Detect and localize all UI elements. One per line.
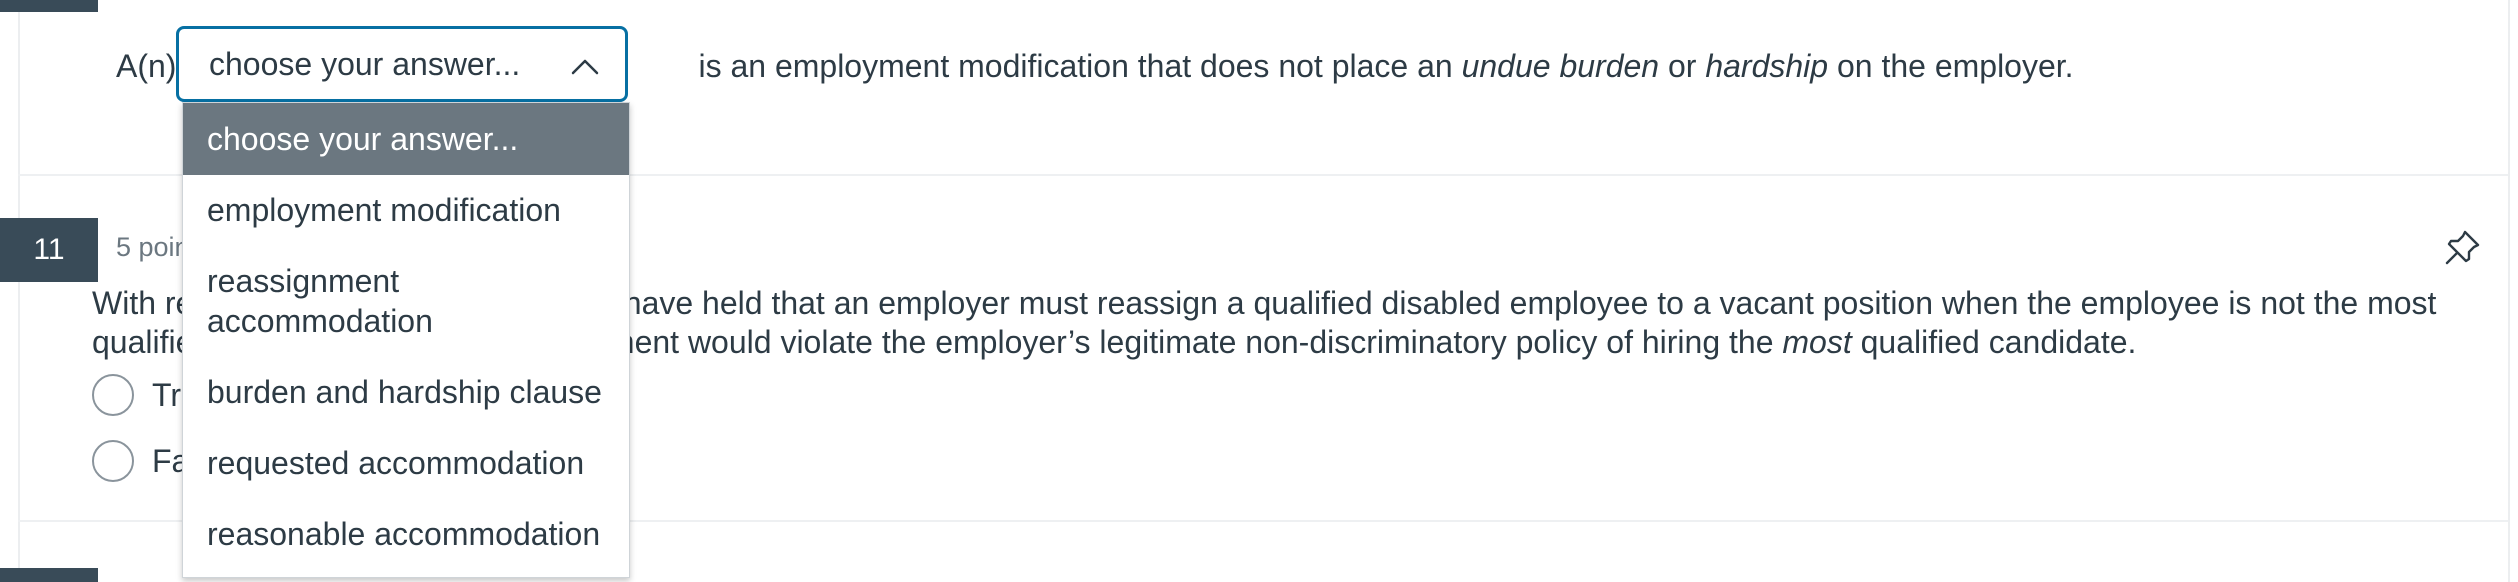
question-10-emphasis-hardship: hardship bbox=[1705, 47, 1829, 84]
question-10-text-part2: or bbox=[1659, 47, 1706, 84]
dropdown-option[interactable]: choose your answer... bbox=[183, 103, 629, 175]
radio-false[interactable] bbox=[92, 440, 134, 482]
pin-icon[interactable] bbox=[2442, 228, 2482, 268]
question-10-text-part1: is an employment modification that does … bbox=[698, 47, 1462, 84]
radio-true[interactable] bbox=[92, 374, 134, 416]
question-container-right-border bbox=[2508, 0, 2510, 582]
chevron-up-icon bbox=[571, 59, 599, 75]
dropdown-option[interactable]: burden and hardship clause bbox=[183, 357, 629, 427]
dropdown-option[interactable]: reasonable accommodation bbox=[183, 499, 629, 569]
dropdown-option[interactable]: requested accommodation bbox=[183, 427, 629, 499]
answer-select-value: choose your answer... bbox=[209, 45, 521, 82]
question-11-text-part2: qualified candidate. bbox=[1851, 324, 2137, 360]
question-number-badge: 11 bbox=[0, 218, 98, 282]
question-10-emphasis-undue-burden: undue burden bbox=[1461, 47, 1660, 84]
dropdown-option[interactable]: employment modification bbox=[183, 175, 629, 245]
question-11-emphasis-most: most bbox=[1782, 324, 1852, 360]
answer-select[interactable]: choose your answer... bbox=[176, 26, 628, 102]
dropdown-option[interactable]: reassignment accommodation bbox=[183, 245, 629, 357]
next-question-number-tab bbox=[0, 568, 98, 582]
previous-question-number-tab bbox=[0, 0, 98, 12]
question-container-left-border bbox=[18, 0, 20, 582]
question-10-text-part3: on the employer. bbox=[1828, 47, 2074, 84]
question-10-prefix: A(n) bbox=[116, 47, 177, 84]
answer-dropdown-list: choose your answer... employment modific… bbox=[182, 102, 630, 578]
